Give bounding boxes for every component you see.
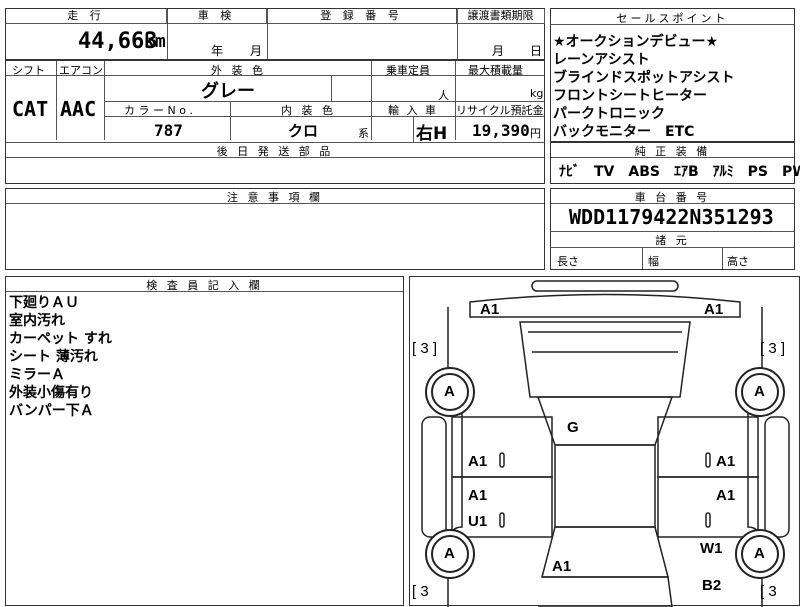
color-no-label: カ ラ ー N o . <box>124 104 193 117</box>
damage-front-left: A1 <box>480 301 500 318</box>
length-label: 長さ <box>557 255 579 268</box>
import-value: 右H <box>416 124 448 144</box>
height-label: 高さ <box>727 255 749 268</box>
damage-rear-right: W1 <box>700 540 723 557</box>
equipment-box: 純 正 装 備 ﾅﾋﾞ TV ABS ｴｱB ｱﾙﾐ PS PW <box>550 142 800 184</box>
import-label: 輸 入 車 <box>388 104 438 117</box>
inspector-note: シート 薄汚れ <box>9 349 98 365</box>
tire-tread-front-left: [ 3 ] <box>412 340 438 357</box>
damage-door-rear-right: A1 <box>716 487 736 504</box>
registration-label: 登 録 番 号 <box>267 9 457 24</box>
sales-point-item: パークトロニック <box>553 106 665 122</box>
sales-point-item: レーンアシスト <box>553 52 650 68</box>
capacity-label: 乗車定員 <box>386 64 430 77</box>
mileage-unit: km <box>144 31 166 52</box>
inspector-note: 室内汚れ <box>9 313 65 329</box>
width-label: 幅 <box>648 255 659 268</box>
shift-value: CAT <box>12 97 49 121</box>
interior-color-value: クロ <box>288 122 319 140</box>
damage-door-rear-left: A1 <box>468 487 488 504</box>
aircon-value: AAC <box>60 97 97 121</box>
mileage-label: 走 行 <box>6 9 167 24</box>
yen-unit: 円 <box>530 127 541 140</box>
transfer-deadline-label: 譲渡書類期限 <box>457 9 545 24</box>
chassis-box: 車 台 番 号 WDD1179422N351293 諸 元 長さ 幅 高さ <box>550 188 795 270</box>
recycle-deposit-label: リサイクル預託金 <box>456 104 544 117</box>
equipment-value: ﾅﾋﾞ TV ABS ｴｱB ｱﾙﾐ PS PW <box>559 164 800 180</box>
tire-tread-rear-right: [ 3 <box>760 583 777 600</box>
inspector-note: ミラーＡ <box>9 367 65 383</box>
exterior-color-value: グレー <box>201 81 255 102</box>
wheel-rear-left: A <box>444 545 455 562</box>
caution-box: 注 意 事 項 欄 <box>5 188 545 270</box>
aircon-label: エアコン <box>59 64 103 77</box>
max-load-label: 最大積載量 <box>468 64 523 77</box>
dimensions-label: 諸 元 <box>655 234 690 247</box>
inspector-note-list: 下廻りＡＵ 室内汚れ カーペット すれ シート 薄汚れ ミラーＡ 外装小傷有り … <box>9 294 112 420</box>
damage-rear-bottom-right: B2 <box>702 577 722 594</box>
inspector-note: バンパー下Ａ <box>9 403 94 419</box>
damage-front-right: A1 <box>704 301 724 318</box>
later-parts-label: 後 日 発 送 部 品 <box>216 145 334 158</box>
interior-suffix: 系 <box>358 127 369 140</box>
inspection-label: 車 検 <box>167 9 267 24</box>
transfer-day-unit: 日 <box>530 44 543 58</box>
car-diagram <box>421 280 790 607</box>
transfer-month-unit: 月 <box>492 44 505 58</box>
sales-point-item: フロントシートヒーター <box>553 88 707 104</box>
interior-color-label: 内 装 色 <box>281 104 336 117</box>
sales-point-item: ★オークションデビュー★ <box>553 34 719 50</box>
tire-tread-front-right: [ 3 ] <box>760 340 786 357</box>
shift-label: シフト <box>12 64 45 77</box>
damage-door-front-left: A1 <box>468 453 488 470</box>
damage-rear-center: A1 <box>552 558 572 575</box>
color-no-value: 787 <box>154 121 183 140</box>
car-diagram-box: A1 A1 [ 3 ] [ 3 ] A A G A1 A1 A1 U1 A1 A… <box>409 276 800 607</box>
exterior-color-label: 外 装 色 <box>211 64 266 77</box>
inspector-note: 下廻りＡＵ <box>9 295 79 311</box>
damage-glass: G <box>567 419 579 436</box>
damage-door-front-right: A1 <box>716 453 736 470</box>
wheel-front-left: A <box>444 383 455 400</box>
vehicle-specs: シフト エアコン 外 装 色 乗車定員 最大積載量 CAT AAC グレー 人 … <box>5 60 545 184</box>
person-unit: 人 <box>438 89 449 102</box>
tire-tread-rear-left: [ 3 <box>412 583 429 600</box>
inspector-notes-box: 検 査 員 記 入 欄 下廻りＡＵ 室内汚れ カーペット すれ シート 薄汚れ … <box>5 276 404 606</box>
chassis-number: WDD1179422N351293 <box>569 205 774 229</box>
sales-point-list: ★オークションデビュー★ レーンアシスト ブラインドスポットアシスト フロントシ… <box>553 33 734 141</box>
wheel-rear-right: A <box>754 545 765 562</box>
wheel-front-right: A <box>754 383 765 400</box>
damage-door-rear-left-2: U1 <box>468 513 488 530</box>
inspector-note: カーペット すれ <box>9 331 112 347</box>
inspection-month-unit: 月 <box>250 44 263 58</box>
sales-point-item: バックモニター ETC <box>553 124 695 140</box>
sales-point-item: ブラインドスポットアシスト <box>553 70 735 86</box>
recycle-deposit-value: 19,390 <box>472 121 530 140</box>
sales-points-box: セールスポイント ★オークションデビュー★ レーンアシスト ブラインドスポットア… <box>550 8 795 142</box>
inspector-note: 外装小傷有り <box>9 385 93 401</box>
kg-unit: kg <box>530 87 544 100</box>
inspection-year-unit: 年 <box>211 44 224 58</box>
vehicle-info-header: 走 行 車 検 登 録 番 号 譲渡書類期限 44,663 km 年 月 月 日 <box>5 8 545 60</box>
